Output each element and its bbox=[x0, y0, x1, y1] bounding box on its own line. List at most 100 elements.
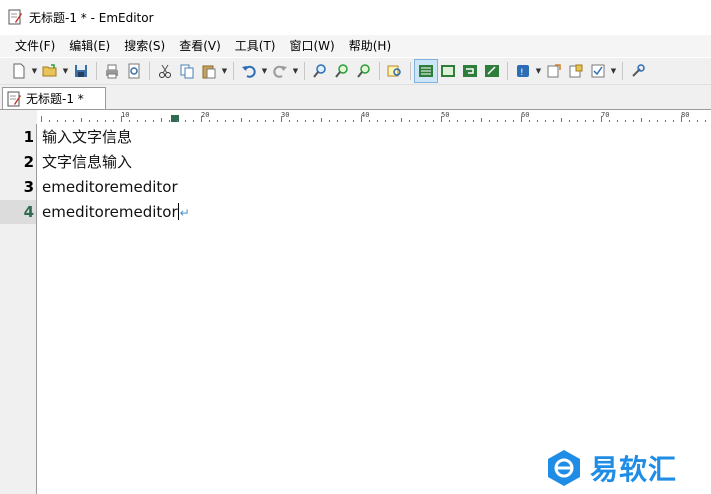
encoding-dropdown-chevron-icon[interactable]: ▼ bbox=[534, 60, 543, 82]
print-icon[interactable] bbox=[101, 60, 123, 82]
wrap-window-icon[interactable] bbox=[437, 60, 459, 82]
menu-window[interactable]: 窗口(W) bbox=[283, 35, 342, 57]
ruler-tick bbox=[577, 120, 578, 122]
ruler-tick bbox=[193, 120, 194, 122]
find-icon[interactable] bbox=[309, 60, 331, 82]
ruler-tick bbox=[361, 116, 362, 122]
open-folder-icon[interactable] bbox=[39, 60, 61, 82]
ruler-tick bbox=[449, 120, 450, 122]
editor-line-1[interactable]: 输入文字信息 bbox=[42, 125, 132, 149]
document-tab-bar: 无标题-1 * bbox=[0, 85, 711, 110]
line-number-1[interactable]: 1 bbox=[0, 125, 36, 149]
ruler-tick bbox=[649, 120, 650, 122]
ruler-tick bbox=[481, 118, 482, 122]
ruler-tick bbox=[673, 120, 674, 122]
menu-help[interactable]: 帮助(H) bbox=[342, 35, 398, 57]
ruler-corner bbox=[0, 110, 37, 124]
ruler-tick bbox=[609, 120, 610, 122]
customize-dropdown-chevron-icon[interactable]: ▼ bbox=[609, 60, 618, 82]
wrap-page-icon[interactable] bbox=[481, 60, 503, 82]
highlight-icon[interactable] bbox=[384, 60, 406, 82]
editor-line-text: emeditoremeditor bbox=[42, 178, 178, 196]
ruler-label-70: 70 bbox=[601, 111, 610, 119]
ruler-tick bbox=[345, 120, 346, 122]
ruler-tick bbox=[201, 116, 202, 122]
line-number-3[interactable]: 3 bbox=[0, 175, 36, 199]
paste-dropdown-chevron-icon[interactable]: ▼ bbox=[220, 60, 229, 82]
ruler-tick bbox=[377, 120, 378, 122]
ruler-tick bbox=[689, 120, 690, 122]
toolbar-separator bbox=[379, 62, 380, 80]
ruler: 10 20 30 40 50 60 70 80 bbox=[37, 110, 711, 125]
paste-icon[interactable] bbox=[198, 60, 220, 82]
toolbar-separator bbox=[622, 62, 623, 80]
customize-icon[interactable] bbox=[587, 60, 609, 82]
menu-tools[interactable]: 工具(T) bbox=[228, 35, 283, 57]
editor-line-text: 输入文字信息 bbox=[42, 128, 133, 146]
ruler-tick bbox=[257, 120, 258, 122]
tab-untitled-1[interactable]: 无标题-1 * bbox=[2, 87, 106, 109]
menu-view[interactable]: 查看(V) bbox=[172, 35, 228, 57]
ruler-label-30: 30 bbox=[281, 111, 290, 119]
text-editor-area[interactable]: 输入文字信息 文字信息输入 emeditoremeditor emeditore… bbox=[37, 124, 711, 494]
ruler-tick bbox=[641, 118, 642, 122]
editor-line-4[interactable]: emeditoremeditor ↵ bbox=[42, 200, 190, 224]
copy-icon[interactable] bbox=[176, 60, 198, 82]
cut-icon[interactable] bbox=[154, 60, 176, 82]
line-number-4[interactable]: 4 bbox=[0, 200, 36, 224]
ruler-tick bbox=[681, 116, 682, 122]
menu-search[interactable]: 搜索(S) bbox=[117, 35, 172, 57]
undo-icon[interactable] bbox=[238, 60, 260, 82]
save-icon[interactable] bbox=[70, 60, 92, 82]
ruler-tick bbox=[385, 120, 386, 122]
ruler-tick bbox=[553, 120, 554, 122]
ruler-tick bbox=[105, 120, 106, 122]
ruler-tick bbox=[273, 120, 274, 122]
ruler-label-50: 50 bbox=[441, 111, 450, 119]
tools-icon[interactable] bbox=[627, 60, 649, 82]
ruler-tick bbox=[185, 120, 186, 122]
ruler-tick bbox=[561, 118, 562, 122]
ruler-tick bbox=[305, 120, 306, 122]
redo-icon[interactable] bbox=[269, 60, 291, 82]
editor-line-text: emeditoremeditor bbox=[42, 203, 178, 221]
title-bar: 无标题-1 * - EmEditor bbox=[0, 0, 711, 34]
ruler-label-10: 10 bbox=[121, 111, 130, 119]
ruler-tick bbox=[625, 120, 626, 122]
ruler-tick bbox=[457, 120, 458, 122]
menu-file[interactable]: 文件(F) bbox=[8, 35, 62, 57]
new-dropdown-chevron-icon[interactable]: ▼ bbox=[30, 60, 39, 82]
toolbar: ▼ ▼ ▼ ▼ ▼ ! ▼ ▼ bbox=[0, 58, 711, 85]
editor-line-2[interactable]: 文字信息输入 bbox=[42, 150, 132, 174]
open-dropdown-chevron-icon[interactable]: ▼ bbox=[61, 60, 70, 82]
find-next-icon[interactable] bbox=[331, 60, 353, 82]
wrap-none-icon[interactable] bbox=[414, 59, 438, 83]
ruler-tick bbox=[489, 120, 490, 122]
ruler-label-20: 20 bbox=[201, 111, 210, 119]
menu-edit[interactable]: 编辑(E) bbox=[62, 35, 117, 57]
ruler-tick bbox=[705, 120, 706, 122]
ruler-tick bbox=[425, 120, 426, 122]
ruler-label-80: 80 bbox=[681, 111, 690, 119]
ruler-tick bbox=[497, 120, 498, 122]
ruler-tick bbox=[465, 120, 466, 122]
ruler-tick bbox=[417, 120, 418, 122]
undo-dropdown-chevron-icon[interactable]: ▼ bbox=[260, 60, 269, 82]
ruler-tick bbox=[593, 120, 594, 122]
print-preview-icon[interactable] bbox=[123, 60, 145, 82]
ruler-tick bbox=[537, 120, 538, 122]
toolbar-separator bbox=[410, 62, 411, 80]
editor-line-3[interactable]: emeditoremeditor bbox=[42, 175, 178, 199]
wrap-column-icon[interactable] bbox=[459, 60, 481, 82]
ruler-tick bbox=[225, 120, 226, 122]
redo-dropdown-chevron-icon[interactable]: ▼ bbox=[291, 60, 300, 82]
find-previous-icon[interactable] bbox=[353, 60, 375, 82]
ruler-tick bbox=[233, 120, 234, 122]
ruler-tick bbox=[393, 120, 394, 122]
new-document-icon[interactable] bbox=[8, 60, 30, 82]
macro-icon[interactable] bbox=[543, 60, 565, 82]
encoding-icon[interactable]: ! bbox=[512, 60, 534, 82]
plugin-icon[interactable] bbox=[565, 60, 587, 82]
ruler-tick bbox=[265, 120, 266, 122]
line-number-2[interactable]: 2 bbox=[0, 150, 36, 174]
